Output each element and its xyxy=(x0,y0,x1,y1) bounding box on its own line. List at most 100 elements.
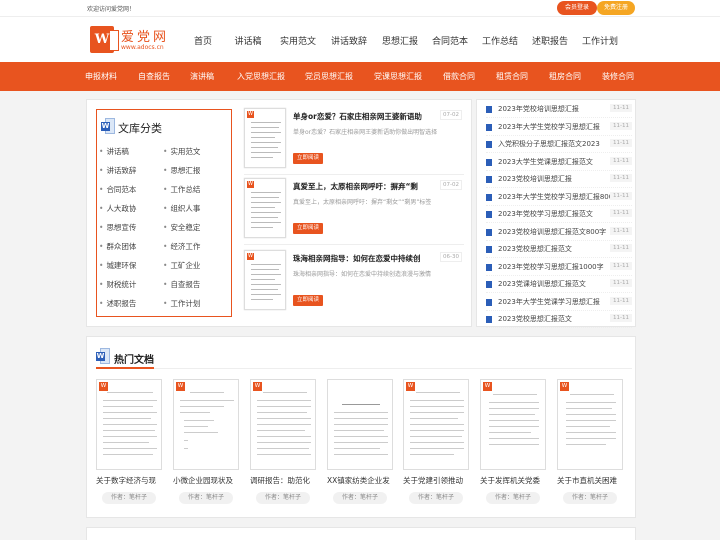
doc-name[interactable]: 关于党建引领推动 xyxy=(403,475,473,486)
article-thumbnail[interactable]: W xyxy=(244,178,286,238)
list-item-title[interactable]: 2023年大学生党课学习思想汇报 xyxy=(498,297,600,307)
list-item-title[interactable]: 2023年党校学习思想汇报1000字 xyxy=(498,262,604,272)
word-badge-icon: W xyxy=(406,382,415,391)
doc-thumbnail[interactable]: W xyxy=(480,379,546,470)
category-item[interactable]: 财税统计 xyxy=(99,279,136,290)
doc-thumbnail[interactable]: W xyxy=(173,379,239,470)
list-item-title[interactable]: 入党积极分子思想汇报范文2023 xyxy=(498,139,600,149)
category-item[interactable]: 述职报告 xyxy=(99,298,136,309)
article-thumbnail[interactable]: W xyxy=(244,250,286,310)
subnav-item[interactable]: 租赁合同 xyxy=(496,71,528,82)
list-item[interactable]: 2023年党校学习思想汇报1000字 11-11 xyxy=(486,259,632,276)
subnav-item[interactable]: 入党思想汇报 xyxy=(237,71,285,82)
nav-plan[interactable]: 工作计划 xyxy=(575,34,625,47)
list-item-title[interactable]: 2023党校思想汇报范文 xyxy=(498,244,572,254)
word-logo-icon: W xyxy=(90,26,119,53)
category-item[interactable]: 工作总结 xyxy=(163,184,200,195)
category-item[interactable]: 工作计划 xyxy=(163,298,200,309)
category-box: W 文库分类 讲话稿 实用范文 讲话致辞 思想汇报 合同范本 工作总结 人大政协… xyxy=(96,109,232,317)
doc-thumbnail[interactable]: W xyxy=(250,379,316,470)
list-item[interactable]: 2023党校思想汇报范文 11-11 xyxy=(486,241,632,258)
list-item-title[interactable]: 2023党课培训思想汇报范文 xyxy=(498,279,586,289)
list-item[interactable]: 2023年党校学习思想汇报范文 11-11 xyxy=(486,206,632,223)
category-item[interactable]: 群众团体 xyxy=(99,241,136,252)
list-item-title[interactable]: 2023年大学生党校学习思想汇报 xyxy=(498,122,600,132)
nav-practical[interactable]: 实用范文 xyxy=(273,34,323,47)
category-item[interactable]: 实用范文 xyxy=(163,146,200,157)
subnav-item[interactable]: 演讲稿 xyxy=(190,71,214,82)
read-now-button[interactable]: 立即阅读 xyxy=(293,295,323,306)
category-item[interactable]: 思想宣传 xyxy=(99,222,136,233)
list-item[interactable]: 入党积极分子思想汇报范文2023 11-11 xyxy=(486,136,632,153)
nav-summary[interactable]: 工作总结 xyxy=(475,34,525,47)
list-item-date: 11-11 xyxy=(610,191,632,200)
nav-thought-report[interactable]: 思想汇报 xyxy=(375,34,425,47)
category-item[interactable]: 人大政协 xyxy=(99,203,136,214)
nav-address[interactable]: 讲话致辞 xyxy=(323,34,375,47)
list-item[interactable]: 2023党校培训思想汇报范文800字 11-11 xyxy=(486,224,632,241)
featured-article[interactable]: W 真爱至上，太原相亲网呼吁：摒弃“剩 07-02 真爱至上，太原相亲网呼吁：摒… xyxy=(244,178,462,242)
featured-article[interactable]: W 单身or恋爱？石家庄相亲网王婆新语助 07-02 单身or恋爱？石家庄相亲网… xyxy=(244,108,462,172)
category-item[interactable]: 安全稳定 xyxy=(163,222,200,233)
word-doc-icon xyxy=(486,246,492,253)
article-thumbnail[interactable]: W xyxy=(244,108,286,168)
doc-name[interactable]: 调研报告：助范化 xyxy=(250,475,320,486)
doc-thumbnail[interactable]: W xyxy=(557,379,623,470)
nav-home[interactable]: 首页 xyxy=(183,34,223,47)
list-item-title[interactable]: 2023大学生党课思想汇报范文 xyxy=(498,157,593,167)
doc-name[interactable]: XX镇家纺类企业发 xyxy=(327,475,397,486)
list-item-title[interactable]: 2023党校培训思想汇报 xyxy=(498,174,572,184)
category-item[interactable]: 自查报告 xyxy=(163,279,200,290)
doc-name[interactable]: 关于数字经济与现 xyxy=(96,475,166,486)
subnav-item[interactable]: 自查报告 xyxy=(138,71,170,82)
nav-debrief[interactable]: 述职报告 xyxy=(525,34,575,47)
login-button[interactable]: 会员登录 xyxy=(557,1,597,15)
nav-speech[interactable]: 讲话稿 xyxy=(223,34,273,47)
article-title[interactable]: 真爱至上，太原相亲网呼吁：摒弃“剩 xyxy=(293,181,418,192)
category-item[interactable]: 讲话稿 xyxy=(99,146,129,157)
list-item[interactable]: 2023年大学生党校学习思想汇报 11-11 xyxy=(486,119,632,136)
category-item[interactable]: 经济工作 xyxy=(163,241,200,252)
article-title[interactable]: 单身or恋爱？石家庄相亲网王婆新语助 xyxy=(293,111,422,122)
list-item-title[interactable]: 2023党校培训思想汇报范文800字 xyxy=(498,227,606,237)
doc-thumbnail[interactable] xyxy=(327,379,393,470)
category-item[interactable]: 城建环保 xyxy=(99,260,136,271)
subnav-item[interactable]: 党员思想汇报 xyxy=(305,71,353,82)
category-item[interactable]: 思想汇报 xyxy=(163,165,200,176)
site-logo[interactable]: W 爱党网 www.adocs.cn xyxy=(90,26,170,56)
doc-thumbnail[interactable]: W xyxy=(96,379,162,470)
category-item[interactable]: 组织人事 xyxy=(163,203,200,214)
subnav-item[interactable]: 装修合同 xyxy=(602,71,634,82)
read-now-button[interactable]: 立即阅读 xyxy=(293,223,323,234)
list-item[interactable]: 2023年大学生党校学习思想汇报800 11-11 xyxy=(486,189,632,206)
list-item-title[interactable]: 2023年党校学习思想汇报范文 xyxy=(498,209,593,219)
list-item-title[interactable]: 2023年党校培训思想汇报 xyxy=(498,104,579,114)
list-item[interactable]: 2023大学生党课思想汇报范文 11-11 xyxy=(486,154,632,171)
article-title[interactable]: 珠海相亲网指导：如何在恋爱中持续创 xyxy=(293,253,421,264)
category-item[interactable]: 工矿企业 xyxy=(163,260,200,271)
list-item[interactable]: 2023党校培训思想汇报 11-11 xyxy=(486,171,632,188)
category-item[interactable]: 讲话致辞 xyxy=(99,165,136,176)
read-now-button[interactable]: 立即阅读 xyxy=(293,153,323,164)
list-item[interactable]: 2023党校思想汇报范文 11-11 xyxy=(486,311,632,328)
doc-name[interactable]: 关于发挥机关党委 xyxy=(480,475,550,486)
list-item-title[interactable]: 2023年大学生党校学习思想汇报800 xyxy=(498,192,613,202)
word-badge-icon: W xyxy=(247,111,254,118)
list-item-date: 11-11 xyxy=(610,139,632,147)
category-item[interactable]: 合同范本 xyxy=(99,184,136,195)
doc-name[interactable]: 小微企业园现状及 xyxy=(173,475,243,486)
featured-article[interactable]: W 珠海相亲网指导：如何在恋爱中持续创 06-30 珠海相亲网指导：如何在恋爱中… xyxy=(244,250,462,314)
list-item[interactable]: 2023年大学生党课学习思想汇报 11-11 xyxy=(486,294,632,311)
nav-contract[interactable]: 合同范本 xyxy=(425,34,475,47)
doc-thumbnail[interactable]: W xyxy=(403,379,469,470)
subnav-item[interactable]: 申报材料 xyxy=(85,71,117,82)
list-item[interactable]: 2023年党校培训思想汇报 11-11 xyxy=(486,101,632,118)
list-item-date: 11-11 xyxy=(610,104,632,112)
subnav-item[interactable]: 借款合同 xyxy=(443,71,475,82)
doc-name[interactable]: 关于市直机关困难 xyxy=(557,475,627,486)
list-item-title[interactable]: 2023党校思想汇报范文 xyxy=(498,314,572,324)
subnav-item[interactable]: 党课思想汇报 xyxy=(374,71,422,82)
list-item[interactable]: 2023党课培训思想汇报范文 11-11 xyxy=(486,276,632,293)
subnav-item[interactable]: 租房合同 xyxy=(549,71,581,82)
register-button[interactable]: 免费注册 xyxy=(597,1,635,15)
